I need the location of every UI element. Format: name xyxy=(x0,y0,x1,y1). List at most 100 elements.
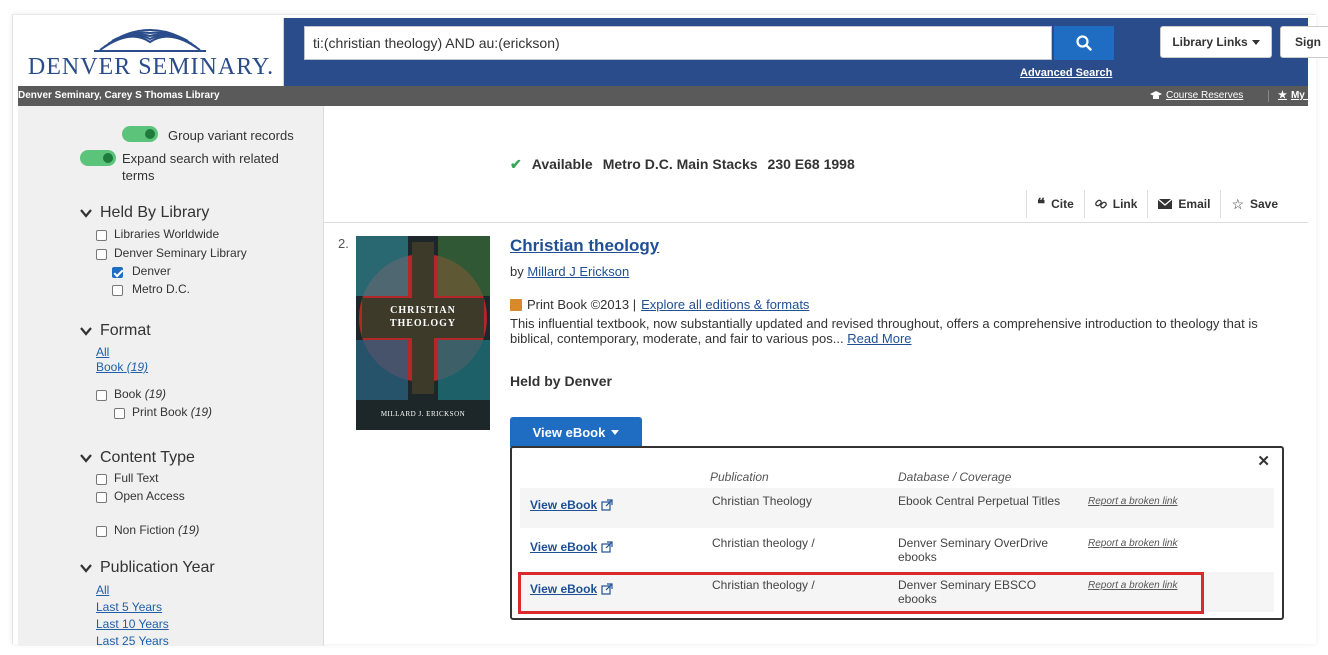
caret-down-icon xyxy=(1251,39,1260,45)
course-reserves-link[interactable]: Course Reserves xyxy=(1150,90,1243,101)
content-type-heading[interactable]: Content Type xyxy=(80,449,195,467)
save-button[interactable]: ☆ Save xyxy=(1220,190,1288,218)
book-label: Book xyxy=(114,387,142,401)
format-heading[interactable]: Format xyxy=(80,322,151,340)
metro-dc-label: Metro D.C. xyxy=(132,282,191,296)
advanced-search-link[interactable]: Advanced Search xyxy=(1020,67,1112,79)
checkbox-print-book[interactable] xyxy=(114,408,125,419)
report-broken-link[interactable]: Report a broken link xyxy=(1088,538,1178,549)
view-ebook-link[interactable]: View eBook xyxy=(530,498,613,512)
view-ebook-label: View eBook xyxy=(530,540,598,554)
cover-title: CHRISTIAN THEOLOGY xyxy=(389,305,457,329)
chevron-down-icon xyxy=(80,209,92,218)
denver-label: Denver xyxy=(132,264,171,278)
star-icon: ★ xyxy=(1278,90,1287,101)
group-variant-toggle[interactable] xyxy=(122,126,158,142)
checkbox-libraries-worldwide[interactable] xyxy=(96,230,107,241)
chevron-down-icon xyxy=(80,327,92,336)
ebook-row: View eBook Christian Theology Ebook Cent… xyxy=(520,488,1274,528)
publication-year-heading[interactable]: Publication Year xyxy=(80,559,215,577)
record-actions: ❝ Cite Link Email ☆ Save xyxy=(1026,190,1288,218)
format-book-link[interactable]: Book (19) xyxy=(96,360,148,374)
held-by-status: Held by Denver xyxy=(510,373,612,389)
format-all-link[interactable]: All xyxy=(96,345,109,359)
envelope-icon xyxy=(1158,199,1173,209)
expand-search-label: Expand search with related terms xyxy=(122,151,279,183)
non-fiction-count: (19) xyxy=(178,523,200,537)
facet-sidebar: Group variant records Expand search with… xyxy=(18,106,324,646)
graduation-cap-icon xyxy=(1150,90,1162,99)
libraries-worldwide-label: Libraries Worldwide xyxy=(114,227,220,241)
database-column-header: Database / Coverage xyxy=(898,470,1012,484)
cite-button[interactable]: ❝ Cite xyxy=(1026,190,1084,218)
record-title-link[interactable]: Christian theology xyxy=(510,236,659,256)
shelf-location: Metro D.C. Main Stacks xyxy=(602,156,758,172)
non-fiction-label: Non Fiction xyxy=(114,523,175,537)
book-count: (19) xyxy=(144,387,167,401)
email-label: Email xyxy=(1178,197,1211,211)
search-icon xyxy=(1076,35,1092,51)
checkbox-non-fiction[interactable] xyxy=(96,526,107,537)
highlight-box xyxy=(518,572,1204,614)
my-account-link[interactable]: ★ My I xyxy=(1278,90,1310,101)
email-button[interactable]: Email xyxy=(1147,190,1220,218)
held-by-heading[interactable]: Held By Library xyxy=(80,204,209,222)
denver-seminary-logo[interactable]: DENVER SEMINARY. xyxy=(18,18,284,86)
ebook-publication: Christian Theology xyxy=(712,494,812,508)
caret-down-icon xyxy=(611,429,620,435)
book-cover-image[interactable]: CHRISTIAN THEOLOGY MILLARD J. ERICKSON xyxy=(356,236,490,430)
checkbox-full-text[interactable] xyxy=(96,474,107,485)
expand-search-toggle[interactable] xyxy=(80,150,116,166)
ebook-database: Denver Seminary OverDrive ebooks xyxy=(898,536,1049,564)
cite-label: Cite xyxy=(1051,197,1074,211)
header-bar: DENVER SEMINARY. ti:(christian theology)… xyxy=(18,18,1328,86)
format-label: Format xyxy=(100,322,151,339)
year-last-25-link[interactable]: Last 25 Years xyxy=(96,634,169,646)
report-broken-link[interactable]: Report a broken link xyxy=(1088,496,1178,507)
course-reserves-label: Course Reserves xyxy=(1166,90,1244,101)
checkbox-denver-seminary-library[interactable] xyxy=(96,249,107,260)
save-label: Save xyxy=(1250,197,1279,211)
logo-book-icon xyxy=(94,28,206,52)
checkbox-metro-dc[interactable] xyxy=(112,285,123,296)
view-ebook-link[interactable]: View eBook xyxy=(530,540,613,554)
open-access-label: Open Access xyxy=(114,489,185,503)
external-link-icon xyxy=(601,499,613,511)
denver-seminary-library-label: Denver Seminary Library xyxy=(114,246,247,260)
checkbox-open-access[interactable] xyxy=(96,492,107,503)
print-book-label: Print Book xyxy=(132,405,188,419)
ebook-database: Ebook Central Perpetual Titles xyxy=(898,494,1061,508)
publication-year-label: Publication Year xyxy=(100,559,215,576)
check-icon: ✔ xyxy=(510,156,522,172)
editions-link[interactable]: Explore all editions & formats xyxy=(641,297,809,312)
record-divider xyxy=(324,222,1308,223)
logo-text: DENVER SEMINARY. xyxy=(27,54,275,80)
checkbox-denver[interactable] xyxy=(112,267,123,278)
record-author-line: by Millard J Erickson xyxy=(510,264,629,279)
cover-author: MILLARD J. ERICKSON xyxy=(380,410,466,418)
by-prefix: by xyxy=(510,264,524,279)
view-ebook-dropdown-button[interactable]: View eBook xyxy=(510,417,642,447)
star-outline-icon: ☆ xyxy=(1231,195,1244,212)
year-all-link[interactable]: All xyxy=(96,583,109,597)
format-book-link-count: (19) xyxy=(126,360,149,374)
search-input[interactable]: ti:(christian theology) AND au:(erickson… xyxy=(304,26,1052,60)
sign-in-button[interactable]: Sign xyxy=(1280,26,1328,58)
read-more-link[interactable]: Read More xyxy=(847,331,911,346)
library-links-dropdown[interactable]: Library Links xyxy=(1160,26,1272,58)
author-link[interactable]: Millard J Erickson xyxy=(527,264,629,279)
link-icon xyxy=(1094,199,1107,209)
search-button[interactable] xyxy=(1054,26,1114,60)
book-facet: Book (19) xyxy=(114,387,166,401)
checkbox-book[interactable] xyxy=(96,390,107,401)
library-links-label: Library Links xyxy=(1172,35,1248,49)
full-text-label: Full Text xyxy=(114,471,159,485)
format-text: Print Book ©2013 | xyxy=(527,297,637,312)
close-icon[interactable]: ✕ xyxy=(1257,452,1270,470)
print-book-count: (19) xyxy=(190,405,213,419)
year-last-10-link[interactable]: Last 10 Years xyxy=(96,617,169,631)
year-last-5-link[interactable]: Last 5 Years xyxy=(96,600,162,614)
non-fiction-facet: Non Fiction (19) xyxy=(114,523,199,537)
link-button[interactable]: Link xyxy=(1083,190,1148,218)
record-description: This influential textbook, now substanti… xyxy=(510,316,1300,346)
